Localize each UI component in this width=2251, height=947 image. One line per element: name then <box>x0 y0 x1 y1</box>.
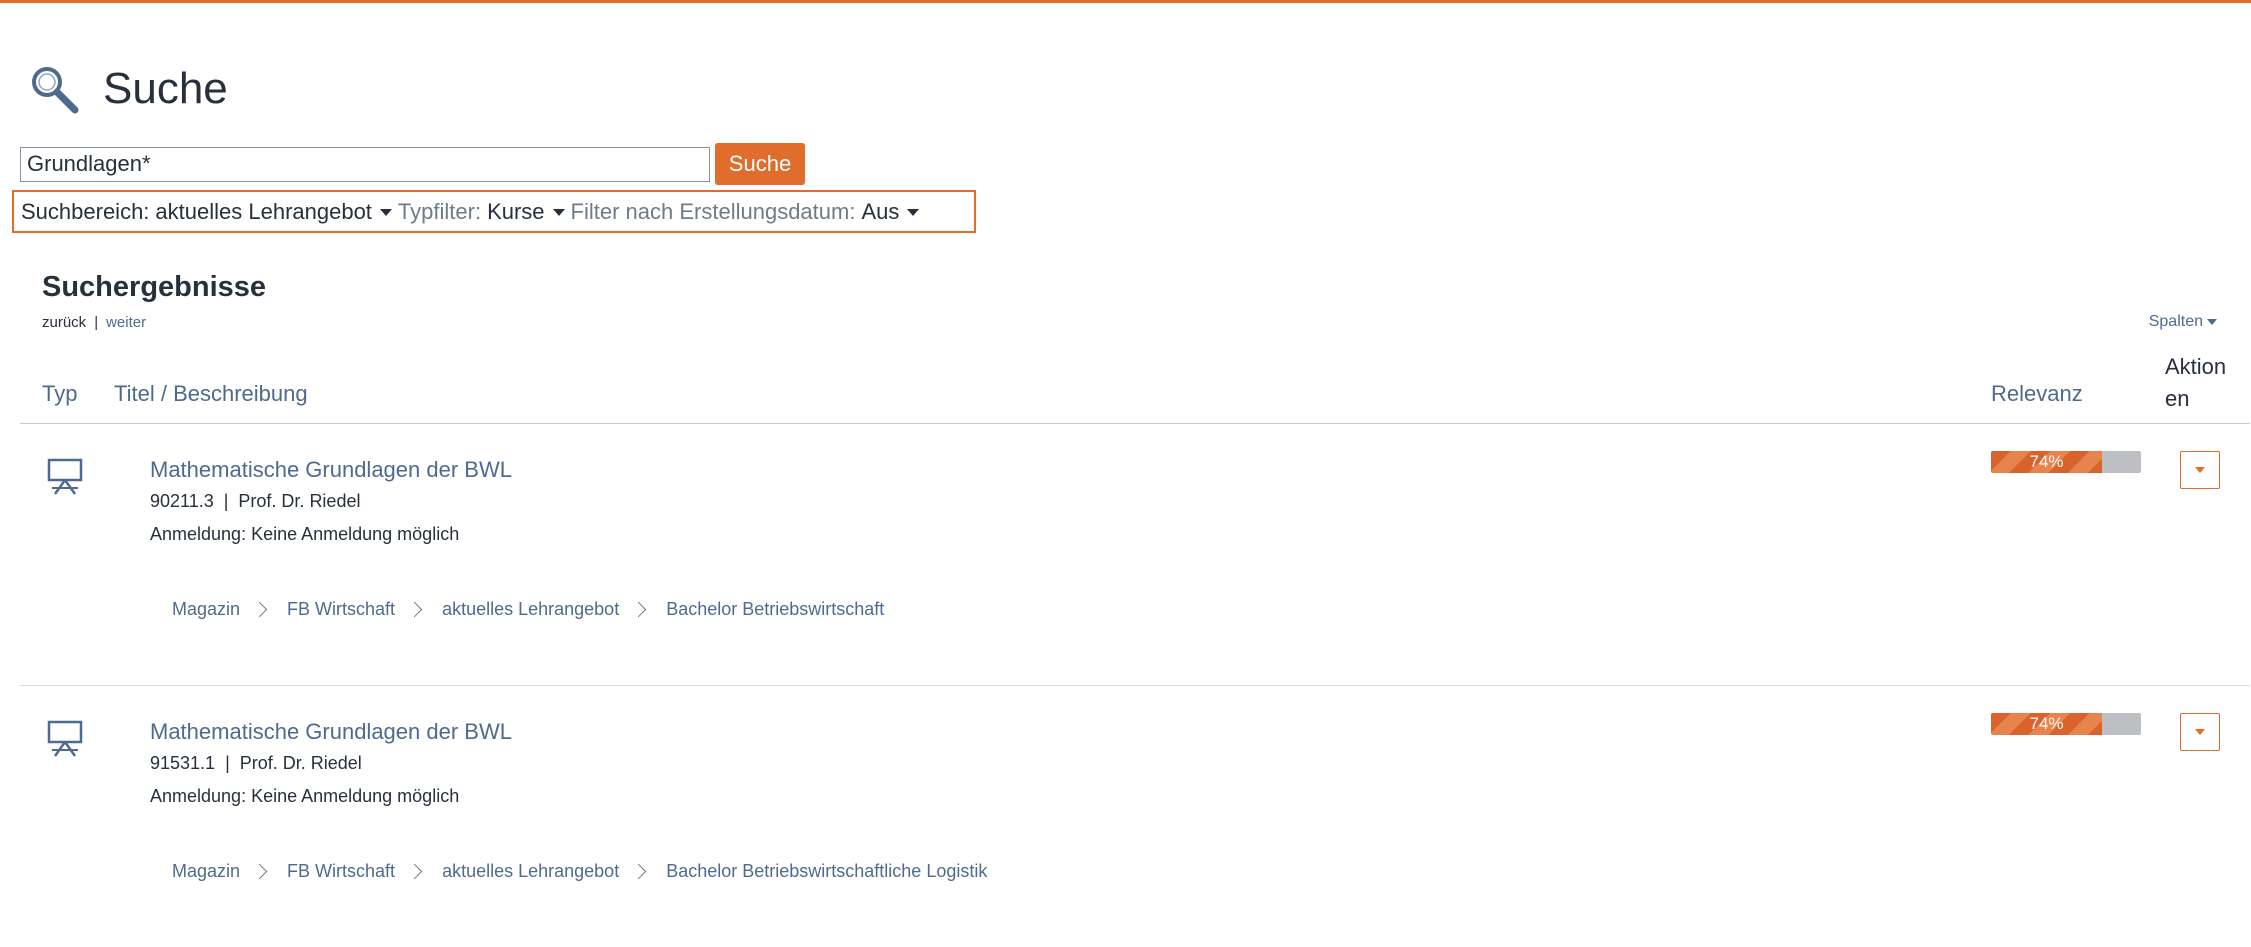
search-input[interactable] <box>20 146 710 182</box>
caret-down-icon <box>2207 318 2217 325</box>
breadcrumb-item[interactable]: Magazin <box>172 861 240 882</box>
relevance-bar: 74% <box>1991 451 2141 473</box>
lecturer: Prof. Dr. Riedel <box>239 753 362 773</box>
course-number: 90211.3 <box>150 491 214 511</box>
back-link[interactable]: zurück <box>42 314 86 331</box>
breadcrumb-item[interactable]: aktuelles Lehrangebot <box>442 861 619 882</box>
relevance-fill: 74% <box>1991 451 2102 473</box>
breadcrumb-item[interactable]: Bachelor Betriebswirtschaft <box>666 599 884 620</box>
relevance-fill: 74% <box>1991 713 2102 735</box>
column-header-aktionen: Aktionen <box>2165 354 2227 411</box>
registration-info: Anmeldung: Keine Anmeldung möglich <box>150 524 460 544</box>
scope-filter-label: Suchbereich: <box>21 198 150 224</box>
type-filter-label: Typfilter: <box>397 198 482 224</box>
result-meta: 90211.3 | Prof. Dr. Riedel <box>150 491 360 512</box>
table-row: Mathematische Grundlagen der BWL 90211.3… <box>20 424 2250 686</box>
course-icon <box>47 458 83 495</box>
caret-down-icon <box>552 209 565 217</box>
results-heading: Suchergebnisse <box>42 271 267 303</box>
course-number: 91531.1 <box>150 753 216 773</box>
breadcrumb: Magazin FB Wirtschaft aktuelles Lehrange… <box>172 599 884 620</box>
columns-dropdown[interactable]: Spalten <box>2149 313 2223 331</box>
page-header: Suche <box>27 35 228 144</box>
caret-down-icon <box>2195 729 2205 735</box>
next-link[interactable]: weiter <box>106 314 146 331</box>
page-title: Suche <box>103 64 228 114</box>
breadcrumb: Magazin FB Wirtschaft aktuelles Lehrange… <box>172 861 987 882</box>
type-filter-value: Kurse <box>487 198 545 224</box>
date-filter-dropdown[interactable]: Aus <box>855 199 925 225</box>
breadcrumb-item[interactable]: aktuelles Lehrangebot <box>442 599 619 620</box>
search-filters: Suchbereich: aktuelles Lehrangebot Typfi… <box>12 190 976 233</box>
lecturer: Prof. Dr. Riedel <box>238 491 361 511</box>
breadcrumb-item[interactable]: FB Wirtschaft <box>287 599 395 620</box>
scope-filter-dropdown[interactable]: aktuelles Lehrangebot <box>149 199 398 225</box>
breadcrumb-item[interactable]: Bachelor Betriebswirtschaftliche Logisti… <box>666 861 987 882</box>
columns-label: Spalten <box>2148 313 2203 330</box>
results-table-header: Typ Titel / Beschreibung Relevanz Aktion… <box>20 343 2250 424</box>
caret-down-icon <box>2195 467 2205 473</box>
actions-dropdown-button[interactable] <box>2180 451 2220 489</box>
relevance-label: 74% <box>2029 714 2064 733</box>
chevron-right-icon <box>406 601 423 618</box>
course-icon <box>47 720 83 757</box>
actions-dropdown-button[interactable] <box>2180 713 2220 751</box>
meta-separator: | <box>225 753 230 773</box>
scope-filter-value: aktuelles Lehrangebot <box>155 198 372 224</box>
caret-down-icon <box>379 209 392 217</box>
search-row: Suche <box>20 143 805 185</box>
caret-down-icon <box>907 209 920 217</box>
result-meta: 91531.1 | Prof. Dr. Riedel <box>150 753 362 774</box>
date-filter-label: Filter nach Erstellungsdatum: <box>570 198 856 224</box>
search-icon <box>32 67 79 114</box>
result-title-link[interactable]: Mathematische Grundlagen der BWL <box>150 719 512 745</box>
pagination-separator: | <box>94 314 99 331</box>
pagination: zurück | weiter <box>42 314 146 331</box>
chevron-right-icon <box>251 863 268 880</box>
date-filter-value: Aus <box>861 198 900 224</box>
breadcrumb-item[interactable]: Magazin <box>172 599 240 620</box>
chevron-right-icon <box>406 863 423 880</box>
type-filter-dropdown[interactable]: Kurse <box>481 199 570 225</box>
search-button[interactable]: Suche <box>715 143 805 185</box>
chevron-right-icon <box>251 601 268 618</box>
column-header-relevanz[interactable]: Relevanz <box>1991 381 2083 407</box>
relevance-label: 74% <box>2029 452 2064 471</box>
table-row: Mathematische Grundlagen der BWL 91531.1… <box>20 686 2250 947</box>
column-header-typ[interactable]: Typ <box>42 381 77 407</box>
chevron-right-icon <box>630 601 647 618</box>
relevance-bar: 74% <box>1991 713 2141 735</box>
registration-info: Anmeldung: Keine Anmeldung möglich <box>150 786 460 806</box>
chevron-right-icon <box>630 863 647 880</box>
meta-separator: | <box>223 491 229 511</box>
breadcrumb-item[interactable]: FB Wirtschaft <box>287 861 395 882</box>
column-header-titel[interactable]: Titel / Beschreibung <box>114 381 308 407</box>
result-title-link[interactable]: Mathematische Grundlagen der BWL <box>150 457 512 483</box>
